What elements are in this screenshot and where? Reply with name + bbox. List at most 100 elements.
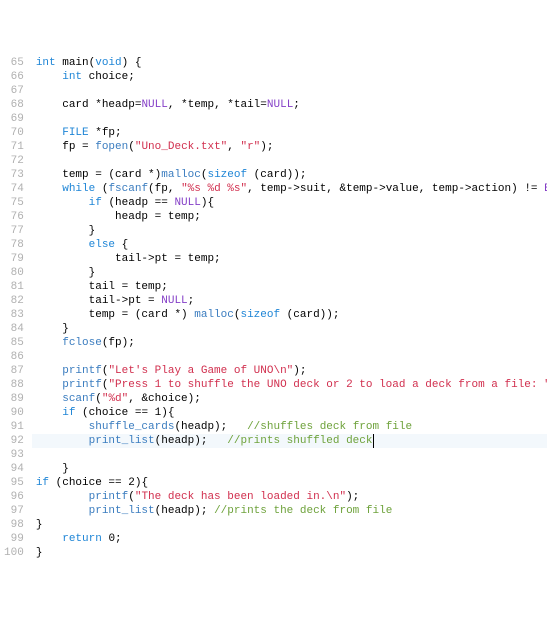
- code-line[interactable]: printf("Press 1 to shuffle the UNO deck …: [32, 378, 547, 392]
- token-punc: (fp,: [148, 183, 181, 195]
- code-line[interactable]: if (headp == NULL){: [32, 196, 547, 210]
- token-kw: sizeof: [207, 169, 247, 181]
- code-line[interactable]: int choice;: [32, 70, 547, 84]
- token-id: choice;: [89, 71, 135, 83]
- code-content[interactable]: int main(void) { int choice; card *headp…: [32, 56, 547, 560]
- line-number: 94: [4, 462, 24, 476]
- line-number: 71: [4, 140, 24, 154]
- token-fn: shuffle_cards: [89, 421, 175, 433]
- code-line[interactable]: }: [32, 266, 547, 280]
- code-line[interactable]: temp = (card *)malloc(sizeof (card));: [32, 168, 547, 182]
- token-fn: print_list: [89, 435, 155, 447]
- token-punc: }: [36, 547, 43, 559]
- code-line[interactable]: }: [32, 546, 547, 560]
- code-line[interactable]: fp = fopen("Uno_Deck.txt", "r");: [32, 140, 547, 154]
- line-number: 69: [4, 112, 24, 126]
- token-str: "The deck has been loaded in.\n": [135, 491, 346, 503]
- line-number: 91: [4, 420, 24, 434]
- token-kw: if: [62, 407, 82, 419]
- code-line[interactable]: [32, 448, 547, 462]
- line-number: 89: [4, 392, 24, 406]
- line-number: 81: [4, 280, 24, 294]
- line-number: 88: [4, 378, 24, 392]
- line-number: 95: [4, 476, 24, 490]
- line-number: 65: [4, 56, 24, 70]
- line-number-gutter: 6566676869707172737475767778798081828384…: [0, 56, 32, 560]
- text-cursor: [373, 434, 374, 448]
- code-line[interactable]: fclose(fp);: [32, 336, 547, 350]
- token-punc: {: [122, 239, 129, 251]
- token-str: "Press 1 to shuffle the UNO deck or 2 to…: [108, 379, 547, 391]
- token-punc: ;: [188, 295, 195, 307]
- code-line[interactable]: while (fscanf(fp, "%s %d %s", temp->suit…: [32, 182, 547, 196]
- line-number: 73: [4, 168, 24, 182]
- code-line[interactable]: tail = temp;: [32, 280, 547, 294]
- token-fn: printf: [89, 491, 129, 503]
- line-number: 90: [4, 406, 24, 420]
- token-fn: printf: [62, 379, 102, 391]
- token-punc: *fp;: [95, 127, 121, 139]
- token-str: "Let's Play a Game of UNO\n": [108, 365, 293, 377]
- token-punc: }: [36, 519, 43, 531]
- token-cmt: //shuffles deck from file: [247, 421, 412, 433]
- token-id: card: [62, 99, 95, 111]
- token-str: "r": [240, 141, 260, 153]
- code-line[interactable]: temp = (card *) malloc(sizeof (card));: [32, 308, 547, 322]
- code-line[interactable]: tail->pt = NULL;: [32, 294, 547, 308]
- code-line[interactable]: [32, 84, 547, 98]
- code-line[interactable]: [32, 112, 547, 126]
- code-line[interactable]: else {: [32, 238, 547, 252]
- code-line[interactable]: printf("The deck has been loaded in.\n")…: [32, 490, 547, 504]
- token-macro: NULL: [141, 99, 167, 111]
- token-id: 2: [128, 477, 135, 489]
- token-fn: fopen: [95, 141, 128, 153]
- line-number: 67: [4, 84, 24, 98]
- line-number: 70: [4, 126, 24, 140]
- code-line[interactable]: printf("Let's Play a Game of UNO\n");: [32, 364, 547, 378]
- token-id: fp =: [62, 141, 95, 153]
- token-cmt: //prints the deck from file: [214, 505, 392, 517]
- token-id: main: [62, 57, 88, 69]
- code-line[interactable]: headp = temp;: [32, 210, 547, 224]
- code-line[interactable]: print_list(headp); //prints the deck fro…: [32, 504, 547, 518]
- token-punc: (card));: [247, 169, 306, 181]
- token-fn: fclose: [62, 337, 102, 349]
- token-punc: }: [62, 323, 69, 335]
- token-punc: (headp);: [155, 435, 228, 447]
- code-line[interactable]: shuffle_cards(headp); //shuffles deck fr…: [32, 420, 547, 434]
- code-editor[interactable]: 6566676869707172737475767778798081828384…: [0, 56, 547, 560]
- code-line[interactable]: FILE *fp;: [32, 126, 547, 140]
- token-punc: (headp);: [174, 421, 247, 433]
- code-line[interactable]: }: [32, 224, 547, 238]
- token-punc: }: [89, 267, 96, 279]
- code-line[interactable]: card *headp=NULL, *temp, *tail=NULL;: [32, 98, 547, 112]
- code-line[interactable]: tail->pt = temp;: [32, 252, 547, 266]
- token-punc: );: [346, 491, 359, 503]
- token-kw: while: [62, 183, 102, 195]
- code-line[interactable]: if (choice == 2){: [32, 476, 547, 490]
- token-cmt: //prints shuffled deck: [227, 435, 372, 447]
- token-macro: NULL: [267, 99, 293, 111]
- code-line[interactable]: int main(void) {: [32, 56, 547, 70]
- token-id: headp = temp;: [115, 211, 201, 223]
- token-punc: ){: [201, 197, 214, 209]
- token-fn: malloc: [161, 169, 201, 181]
- line-number: 74: [4, 182, 24, 196]
- code-line[interactable]: return 0;: [32, 532, 547, 546]
- line-number: 100: [4, 546, 24, 560]
- code-line[interactable]: [32, 350, 547, 364]
- code-line[interactable]: }: [32, 322, 547, 336]
- code-line[interactable]: print_list(headp); //prints shuffled dec…: [32, 434, 547, 448]
- code-line[interactable]: }: [32, 462, 547, 476]
- token-kw: FILE: [62, 127, 95, 139]
- code-line[interactable]: if (choice == 1){: [32, 406, 547, 420]
- line-number: 80: [4, 266, 24, 280]
- code-line[interactable]: }: [32, 518, 547, 532]
- code-line[interactable]: scanf("%d", &choice);: [32, 392, 547, 406]
- token-fn: malloc: [194, 309, 234, 321]
- token-punc: ) {: [122, 57, 142, 69]
- code-line[interactable]: [32, 154, 547, 168]
- token-kw: sizeof: [240, 309, 280, 321]
- token-macro: NULL: [161, 295, 187, 307]
- token-kw: int: [36, 57, 62, 69]
